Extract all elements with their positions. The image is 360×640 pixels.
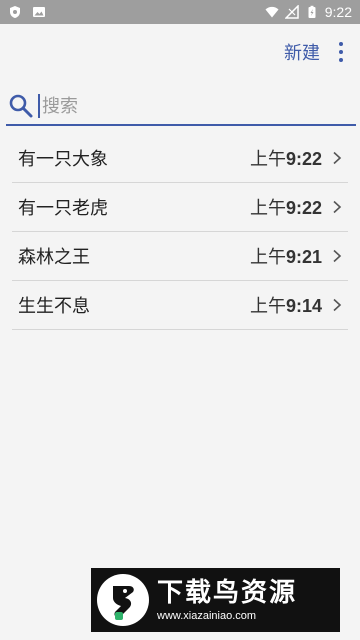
note-title: 有一只大象: [18, 149, 108, 170]
note-time-period: 上午: [249, 247, 286, 268]
note-time-period: 上午: [249, 149, 286, 170]
chevron-right-icon: [333, 298, 342, 312]
more-vert-icon[interactable]: [336, 42, 346, 62]
status-time: 9:22: [324, 4, 352, 20]
note-time-period: 上午: [249, 296, 286, 317]
search-bar: [6, 88, 356, 126]
status-left-icons: [8, 5, 46, 19]
note-time-value: 9:14: [285, 296, 322, 316]
watermark-banner: 下载鸟资源 www.xiazainiao.com: [91, 568, 340, 632]
chevron-right-icon: [333, 249, 342, 263]
note-time: 上午9:21: [250, 243, 322, 269]
note-time-value: 9:22: [285, 198, 322, 218]
note-title: 森林之王: [18, 247, 90, 268]
new-button[interactable]: 新建: [284, 39, 320, 65]
watermark-url: www.xiazainiao.com: [157, 610, 257, 622]
watermark-title: 下载鸟资源: [157, 578, 298, 608]
chevron-right-icon: [333, 200, 342, 214]
image-icon: [33, 7, 45, 17]
battery-icon: [308, 5, 316, 18]
search-icon: [9, 94, 33, 118]
note-list: 有一只大象 上午9:22 有一只老虎 上午9:22 森林之王 上午9:21 生生…: [12, 134, 348, 330]
note-time-value: 9:21: [285, 247, 322, 267]
note-time: 上午9:22: [250, 145, 322, 171]
shield-icon: [10, 6, 20, 18]
list-item[interactable]: 有一只大象 上午9:22: [12, 134, 348, 183]
note-title: 生生不息: [18, 296, 90, 317]
status-right-icons: 9:22: [265, 4, 352, 20]
note-title: 有一只老虎: [18, 198, 108, 219]
search-input[interactable]: [38, 94, 328, 118]
note-time: 上午9:14: [250, 292, 322, 318]
list-item[interactable]: 生生不息 上午9:14: [12, 281, 348, 330]
watermark-text: 下载鸟资源 www.xiazainiao.com: [157, 577, 297, 623]
toolbar: 新建: [0, 24, 360, 80]
list-item[interactable]: 有一只老虎 上午9:22: [12, 183, 348, 232]
bird-logo-icon: [97, 574, 149, 626]
note-time-period: 上午: [249, 198, 286, 219]
status-bar: 9:22: [0, 0, 360, 24]
wifi-icon: [265, 6, 279, 18]
note-time-value: 9:22: [285, 149, 322, 169]
signal-icon: [284, 5, 299, 19]
list-item[interactable]: 森林之王 上午9:21: [12, 232, 348, 281]
note-time: 上午9:22: [250, 194, 322, 220]
chevron-right-icon: [333, 151, 342, 165]
